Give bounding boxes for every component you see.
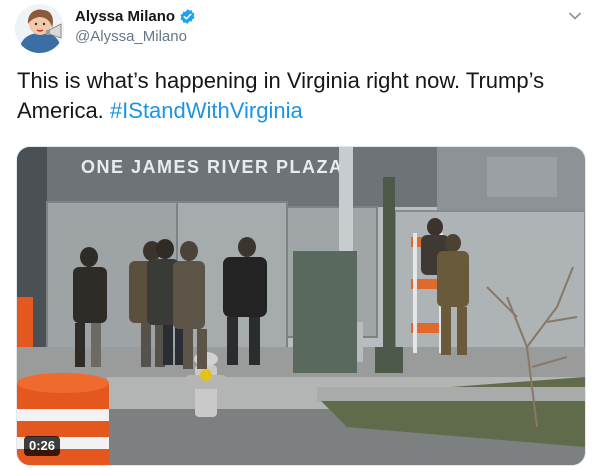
verified-badge-icon: [179, 8, 196, 25]
building-facade: [17, 147, 437, 207]
avatar-illustration: [15, 4, 64, 53]
building-sign: ONE JAMES RIVER PLAZA: [81, 157, 344, 177]
display-name[interactable]: Alyssa Milano: [75, 8, 175, 25]
utility-box: [293, 251, 357, 373]
chevron-down-icon[interactable]: [567, 8, 583, 24]
author-name-row[interactable]: Alyssa Milano: [75, 8, 196, 25]
tweet-text: This is what’s happening in Virginia rig…: [17, 66, 587, 126]
author-handle[interactable]: @Alyssa_Milano: [75, 28, 187, 45]
avatar[interactable]: [15, 4, 64, 53]
video-frame: ONE JAMES RIVER PLAZA: [17, 147, 585, 465]
hashtag-link[interactable]: #IStandWithVirginia: [110, 98, 303, 123]
video-duration-badge: 0:26: [24, 436, 61, 456]
video-player[interactable]: ONE JAMES RIVER PLAZA: [16, 146, 586, 466]
signal-pole: [383, 177, 395, 367]
